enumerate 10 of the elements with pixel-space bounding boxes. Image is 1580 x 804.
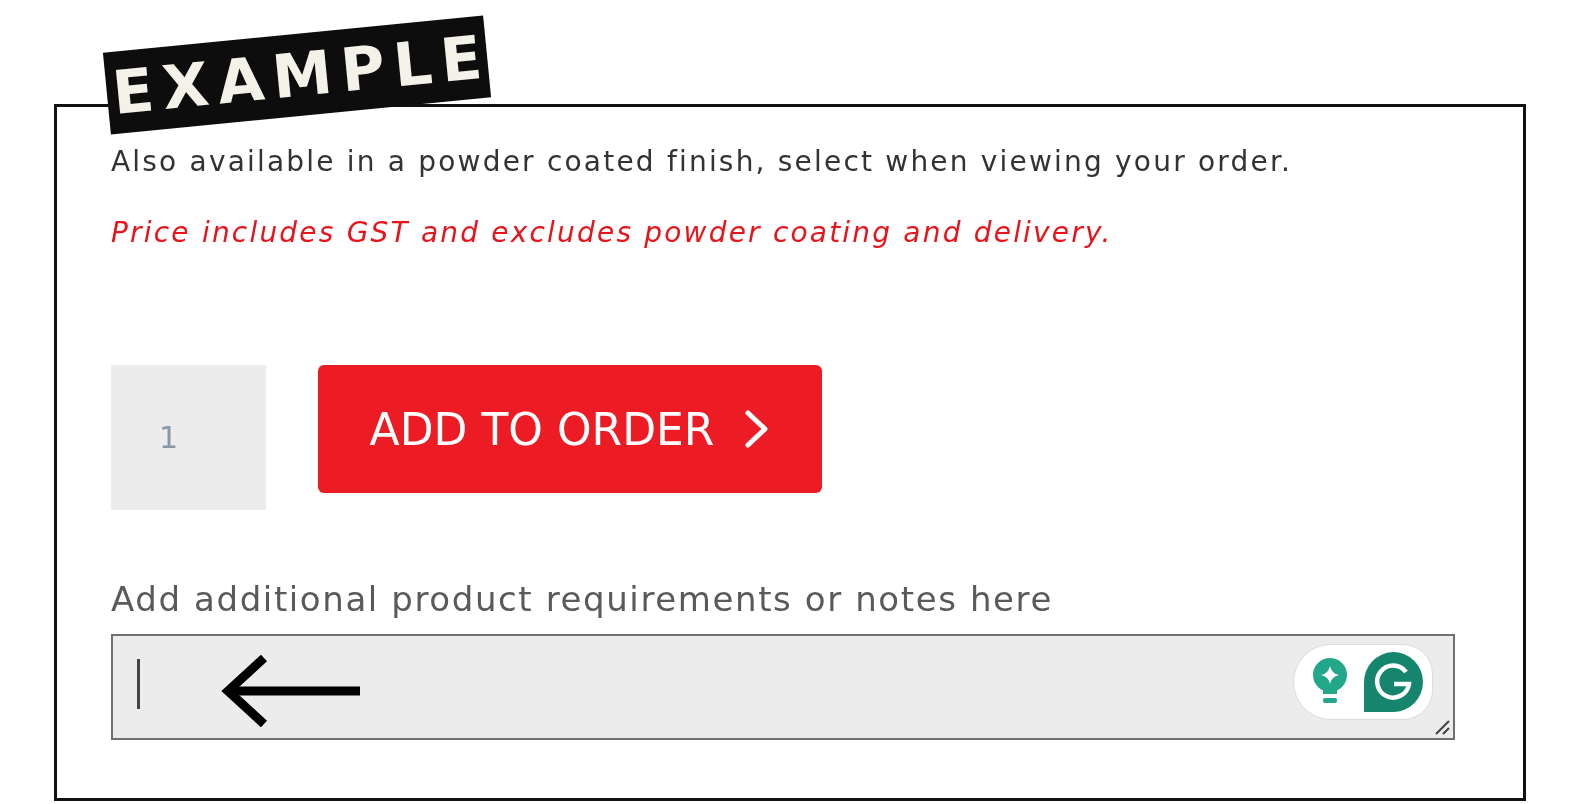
example-stamp: EXAMPLE: [102, 15, 492, 135]
notes-label: Add additional product requirements or notes here: [111, 578, 1053, 620]
add-to-order-button[interactable]: ADD TO ORDER: [318, 365, 822, 493]
quantity-field[interactable]: 1: [111, 365, 266, 510]
notes-field[interactable]: [111, 634, 1455, 740]
chevron-right-icon: [744, 409, 771, 449]
resize-handle-icon[interactable]: [1434, 719, 1450, 735]
price-note: Price includes GST and excludes powder coating and delivery.: [111, 215, 1113, 251]
finish-note: Also available in a powder coated finish, select when viewing your order.: [111, 144, 1293, 180]
g-bubble-icon[interactable]: [1362, 652, 1424, 712]
